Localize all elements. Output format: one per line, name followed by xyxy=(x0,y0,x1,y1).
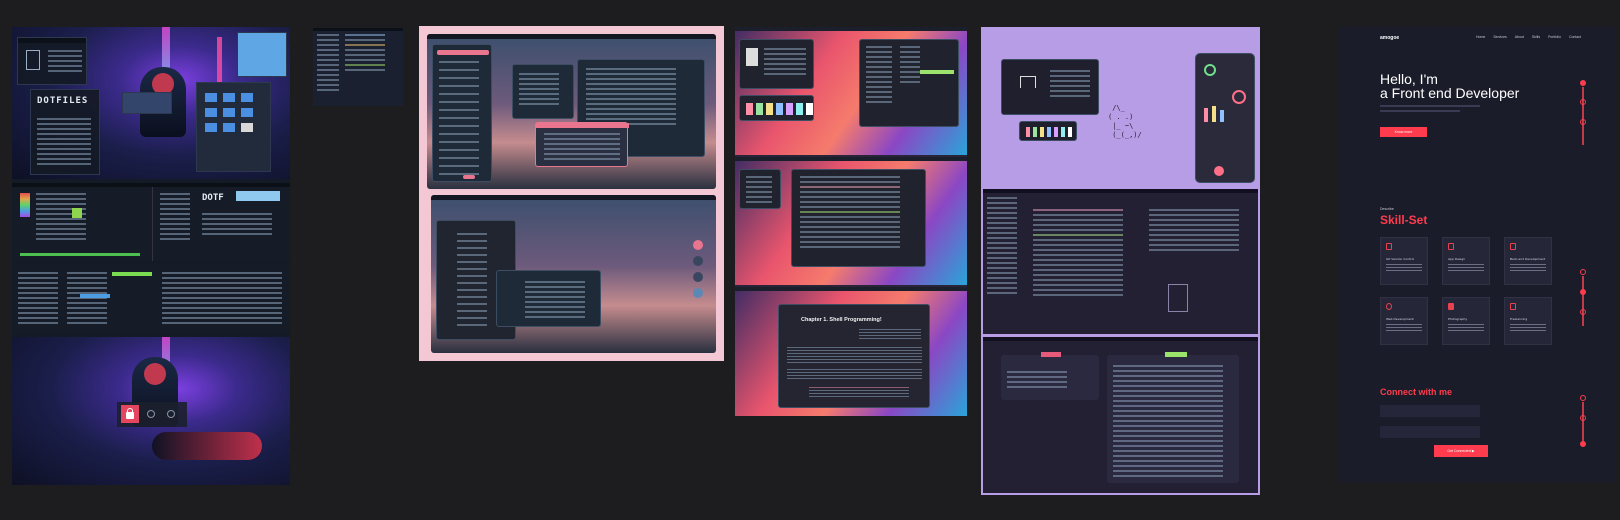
document-heading: Chapter 1. Shell Programming! xyxy=(801,317,882,323)
skill-title: Freelancing xyxy=(1510,317,1528,321)
dialog-window xyxy=(535,122,629,167)
globe-icon xyxy=(1386,303,1392,310)
skill-title: App Design xyxy=(1448,257,1466,261)
file-finder xyxy=(1001,352,1099,400)
skill-card[interactable]: Freelancing xyxy=(1504,297,1552,345)
skill-title: Back-end Development xyxy=(1510,257,1546,261)
matrix-terminal-screenshot xyxy=(431,195,716,353)
calendar-widget xyxy=(237,32,287,77)
rofi-launcher-screenshot xyxy=(427,34,716,189)
nav-portfolio[interactable]: Portfolio xyxy=(1548,35,1561,39)
know-more-button[interactable]: Know more xyxy=(1380,127,1427,137)
skill-title: Web Development xyxy=(1386,317,1414,321)
gallery-canvas: DOTFILES DOTF Chapter 1. Shell Programmi… xyxy=(0,0,1620,520)
power-icon[interactable] xyxy=(167,410,175,418)
scroll-indicator-dot[interactable] xyxy=(1580,80,1586,86)
music-widget xyxy=(1001,59,1099,115)
get-connected-button[interactable]: Get Connected ▶ xyxy=(1434,445,1488,457)
skill-card[interactable]: Web Development xyxy=(1380,297,1428,345)
dock-icon[interactable] xyxy=(693,256,703,266)
terminal-grid-screenshot: DOTF xyxy=(12,183,290,261)
popup-window xyxy=(122,92,172,114)
lock-icon[interactable] xyxy=(121,405,139,423)
file-tree-window xyxy=(496,270,601,327)
scroll-indicator-dot[interactable] xyxy=(1580,309,1586,315)
dotfiles-terminal: DOTFILES xyxy=(30,89,100,175)
preview-pane xyxy=(1107,352,1239,483)
scroll-indicator-dot[interactable] xyxy=(1580,99,1586,105)
skill-card[interactable]: Photography xyxy=(1442,297,1490,345)
heart-icon[interactable] xyxy=(1214,166,1224,176)
git-icon xyxy=(1386,243,1392,250)
server-icon xyxy=(1510,243,1516,250)
file-manager-window xyxy=(196,82,271,172)
control-center xyxy=(1195,53,1255,183)
logout-icon[interactable] xyxy=(147,410,155,418)
ascii-cat: /\_ ( . .) |_ ~\ (_(_,)/ xyxy=(1108,104,1142,139)
name-input[interactable] xyxy=(1380,405,1480,417)
mobile-icon xyxy=(1448,243,1454,250)
fuzzy-finder-screenshot xyxy=(983,337,1258,493)
lockscreen-screenshot xyxy=(12,337,290,485)
scroll-indicator-dot[interactable] xyxy=(1580,395,1586,401)
scroll-indicator-dot[interactable] xyxy=(1580,119,1586,125)
nav-skills[interactable]: Skills xyxy=(1532,35,1540,39)
colors-terminal xyxy=(739,95,814,121)
connect-title: Connect with me xyxy=(1380,387,1453,397)
email-input[interactable] xyxy=(1380,426,1480,438)
skills-title: Skill-Set xyxy=(1380,213,1428,227)
code-editor xyxy=(791,169,926,267)
ascii-art xyxy=(1168,284,1188,312)
nav-home[interactable]: Home xyxy=(1476,35,1485,39)
tree-terminal xyxy=(739,169,781,209)
dotfiles-cyberpunk-collage[interactable]: DOTFILES DOTF xyxy=(12,27,290,485)
shell-book-screenshot: Chapter 1. Shell Programming! xyxy=(735,287,967,416)
ranger-terminal xyxy=(859,39,959,127)
brand-logo[interactable]: amogoe xyxy=(1380,35,1399,41)
nav-contact[interactable]: Contact xyxy=(1569,35,1581,39)
scroll-indicator-dot[interactable] xyxy=(1580,441,1586,447)
color-palette xyxy=(1019,121,1077,141)
dock-icon[interactable] xyxy=(693,272,703,282)
scroll-indicator-dot[interactable] xyxy=(1580,269,1586,275)
nav-about[interactable]: About xyxy=(1515,35,1524,39)
cyberpunk-desktop-screenshot: DOTFILES xyxy=(12,27,290,179)
lock-dialog xyxy=(117,402,187,427)
briefcase-icon xyxy=(1510,303,1516,310)
skill-card[interactable]: Git Version Control xyxy=(1380,237,1428,285)
fetch-terminal xyxy=(17,37,87,85)
editor-thumbnail[interactable] xyxy=(313,28,403,106)
dock-icon[interactable] xyxy=(693,240,703,250)
editor-screenshot xyxy=(735,157,967,285)
terminal-window xyxy=(512,64,574,119)
nav-services[interactable]: Services xyxy=(1493,35,1506,39)
neofetch-screenshot xyxy=(735,27,967,155)
skills-kicker: Describe xyxy=(1380,207,1394,211)
skill-title: Photography xyxy=(1448,317,1468,321)
dotfiles-logo-small: DOTF xyxy=(202,193,224,203)
camera-icon xyxy=(1448,303,1454,310)
skill-card[interactable]: Back-end Development xyxy=(1504,237,1552,285)
code-editor-screenshot xyxy=(983,189,1258,334)
skill-title: Git Version Control xyxy=(1386,257,1415,261)
scroll-indicator-dot[interactable] xyxy=(1580,289,1586,295)
widgets-screenshot: /\_ ( . .) |_ ~\ (_(_,)/ xyxy=(983,29,1258,186)
side-dock xyxy=(693,240,703,306)
site-header: amogoe Home Services About Skills Portfo… xyxy=(1348,35,1607,47)
dock-icon[interactable] xyxy=(693,288,703,298)
hero-title-line2: a Front end Developer xyxy=(1380,85,1520,101)
dotfiles-logo: DOTFILES xyxy=(37,96,89,106)
lavender-rice[interactable]: /\_ ( . .) |_ ~\ (_(_,)/ xyxy=(981,27,1260,495)
document-viewer: Chapter 1. Shell Programming! xyxy=(778,304,930,408)
pink-rice-collage[interactable] xyxy=(419,26,724,361)
neofetch-terminal xyxy=(739,39,814,89)
portfolio-site[interactable]: amogoe Home Services About Skills Portfo… xyxy=(1340,27,1615,482)
skill-card[interactable]: App Design xyxy=(1442,237,1490,285)
app-launcher-menu xyxy=(432,44,492,182)
scroll-indicator-dot[interactable] xyxy=(1580,415,1586,421)
file-browser-screenshot xyxy=(12,264,290,332)
wave-wallpaper-rice[interactable]: Chapter 1. Shell Programming! xyxy=(735,27,967,416)
